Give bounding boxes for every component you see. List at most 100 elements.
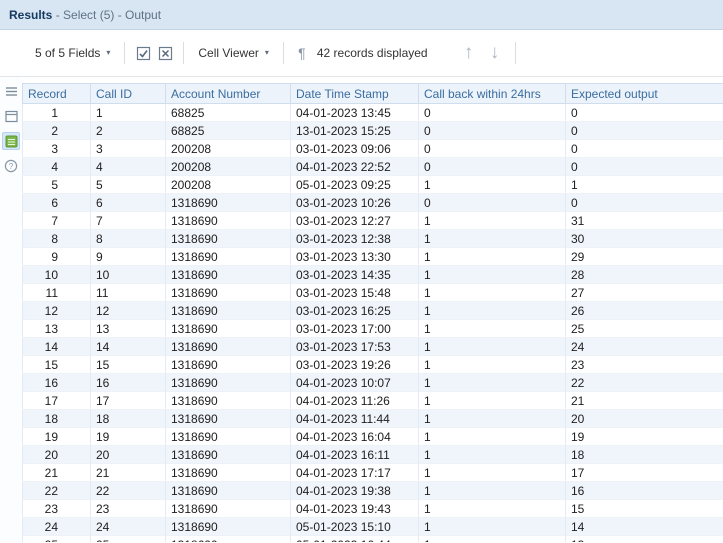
table-cell[interactable]: 1318690 bbox=[165, 463, 291, 482]
table-cell[interactable]: 03-01-2023 13:30 bbox=[290, 247, 419, 266]
table-cell[interactable]: 04-01-2023 22:52 bbox=[290, 157, 419, 176]
table-cell[interactable]: 1 bbox=[418, 247, 566, 266]
record-number-cell[interactable]: 19 bbox=[22, 427, 91, 446]
table-cell[interactable]: 04-01-2023 11:26 bbox=[290, 391, 419, 410]
record-number-cell[interactable]: 23 bbox=[22, 499, 91, 518]
table-cell[interactable]: 1 bbox=[418, 319, 566, 338]
record-number-cell[interactable]: 16 bbox=[22, 373, 91, 392]
table-cell[interactable]: 1318690 bbox=[165, 391, 291, 410]
clear-fields-button[interactable] bbox=[154, 42, 176, 64]
table-cell[interactable]: 05-01-2023 16:44 bbox=[290, 535, 419, 542]
table-cell[interactable]: 05-01-2023 15:10 bbox=[290, 517, 419, 536]
table-cell[interactable]: 1 bbox=[418, 337, 566, 356]
record-number-cell[interactable]: 14 bbox=[22, 337, 91, 356]
table-cell[interactable]: 1 bbox=[418, 175, 566, 194]
table-cell[interactable]: 1 bbox=[418, 499, 566, 518]
table-cell[interactable]: 1 bbox=[418, 481, 566, 500]
table-cell[interactable]: 0 bbox=[418, 157, 566, 176]
table-cell[interactable]: 23 bbox=[90, 499, 166, 518]
table-cell[interactable]: 1 bbox=[418, 265, 566, 284]
table-cell[interactable]: 14 bbox=[565, 517, 723, 536]
record-number-cell[interactable]: 22 bbox=[22, 481, 91, 500]
record-number-cell[interactable]: 7 bbox=[22, 211, 91, 230]
table-cell[interactable]: 10 bbox=[90, 265, 166, 284]
table-cell[interactable]: 1 bbox=[418, 301, 566, 320]
table-cell[interactable]: 21 bbox=[565, 391, 723, 410]
table-cell[interactable]: 03-01-2023 19:26 bbox=[290, 355, 419, 374]
table-cell[interactable]: 13 bbox=[90, 319, 166, 338]
table-cell[interactable]: 17 bbox=[90, 391, 166, 410]
table-cell[interactable]: 24 bbox=[90, 517, 166, 536]
table-cell[interactable]: 1318690 bbox=[165, 355, 291, 374]
table-cell[interactable]: 1318690 bbox=[165, 301, 291, 320]
table-cell[interactable]: 1318690 bbox=[165, 499, 291, 518]
table-cell[interactable]: 18 bbox=[565, 445, 723, 464]
table-cell[interactable]: 1318690 bbox=[165, 319, 291, 338]
table-cell[interactable]: 1 bbox=[418, 427, 566, 446]
table-cell[interactable]: 04-01-2023 17:17 bbox=[290, 463, 419, 482]
table-cell[interactable]: 03-01-2023 16:25 bbox=[290, 301, 419, 320]
record-number-cell[interactable]: 25 bbox=[22, 535, 91, 542]
help-button[interactable]: ? bbox=[2, 157, 20, 175]
record-number-cell[interactable]: 5 bbox=[22, 175, 91, 194]
arrow-down-button[interactable]: ↓ bbox=[484, 41, 506, 65]
table-cell[interactable]: 11 bbox=[90, 283, 166, 302]
table-cell[interactable]: 1318690 bbox=[165, 283, 291, 302]
record-number-cell[interactable]: 8 bbox=[22, 229, 91, 248]
table-cell[interactable]: 13-01-2023 15:25 bbox=[290, 121, 419, 140]
table-cell[interactable]: 1 bbox=[418, 535, 566, 542]
table-cell[interactable]: 1 bbox=[418, 445, 566, 464]
table-view-button[interactable] bbox=[2, 107, 20, 125]
table-cell[interactable]: 1318690 bbox=[165, 409, 291, 428]
record-number-cell[interactable]: 10 bbox=[22, 265, 91, 284]
record-number-cell[interactable]: 1 bbox=[22, 103, 91, 122]
table-cell[interactable]: 13 bbox=[565, 535, 723, 542]
cell-viewer-dropdown[interactable]: Cell Viewer ▾ bbox=[191, 40, 275, 66]
table-cell[interactable]: 1 bbox=[418, 211, 566, 230]
record-number-cell[interactable]: 6 bbox=[22, 193, 91, 212]
table-cell[interactable]: 4 bbox=[90, 157, 166, 176]
table-cell[interactable]: 17 bbox=[565, 463, 723, 482]
table-cell[interactable]: 03-01-2023 15:48 bbox=[290, 283, 419, 302]
table-cell[interactable]: 0 bbox=[565, 157, 723, 176]
table-cell[interactable]: 24 bbox=[565, 337, 723, 356]
record-number-cell[interactable]: 12 bbox=[22, 301, 91, 320]
table-cell[interactable]: 12 bbox=[90, 301, 166, 320]
table-cell[interactable]: 05-01-2023 09:25 bbox=[290, 175, 419, 194]
table-cell[interactable]: 25 bbox=[90, 535, 166, 542]
table-cell[interactable]: 19 bbox=[565, 427, 723, 446]
record-number-cell[interactable]: 3 bbox=[22, 139, 91, 158]
table-cell[interactable]: 1 bbox=[418, 283, 566, 302]
table-cell[interactable]: 22 bbox=[90, 481, 166, 500]
column-header[interactable]: Record bbox=[22, 83, 91, 104]
table-cell[interactable]: 68825 bbox=[165, 103, 291, 122]
table-cell[interactable]: 0 bbox=[565, 139, 723, 158]
column-header[interactable]: Date Time Stamp bbox=[290, 83, 419, 104]
table-cell[interactable]: 0 bbox=[418, 139, 566, 158]
table-cell[interactable]: 16 bbox=[90, 373, 166, 392]
table-cell[interactable]: 1 bbox=[418, 409, 566, 428]
table-cell[interactable]: 1 bbox=[418, 373, 566, 392]
column-header[interactable]: Call ID bbox=[90, 83, 166, 104]
table-cell[interactable]: 0 bbox=[565, 193, 723, 212]
record-number-cell[interactable]: 15 bbox=[22, 355, 91, 374]
table-cell[interactable]: 03-01-2023 17:53 bbox=[290, 337, 419, 356]
table-cell[interactable]: 18 bbox=[90, 409, 166, 428]
table-cell[interactable]: 1 bbox=[418, 391, 566, 410]
record-number-cell[interactable]: 11 bbox=[22, 283, 91, 302]
table-cell[interactable]: 1318690 bbox=[165, 265, 291, 284]
arrow-up-button[interactable]: ↑ bbox=[458, 41, 480, 65]
table-cell[interactable]: 5 bbox=[90, 175, 166, 194]
table-cell[interactable]: 3 bbox=[90, 139, 166, 158]
table-cell[interactable]: 0 bbox=[565, 103, 723, 122]
table-cell[interactable]: 20 bbox=[565, 409, 723, 428]
record-number-cell[interactable]: 18 bbox=[22, 409, 91, 428]
table-cell[interactable]: 04-01-2023 16:11 bbox=[290, 445, 419, 464]
table-cell[interactable]: 29 bbox=[565, 247, 723, 266]
table-cell[interactable]: 68825 bbox=[165, 121, 291, 140]
record-number-cell[interactable]: 21 bbox=[22, 463, 91, 482]
table-cell[interactable]: 1318690 bbox=[165, 211, 291, 230]
column-header[interactable]: Expected output bbox=[565, 83, 723, 104]
table-cell[interactable]: 1318690 bbox=[165, 337, 291, 356]
table-cell[interactable]: 0 bbox=[418, 193, 566, 212]
